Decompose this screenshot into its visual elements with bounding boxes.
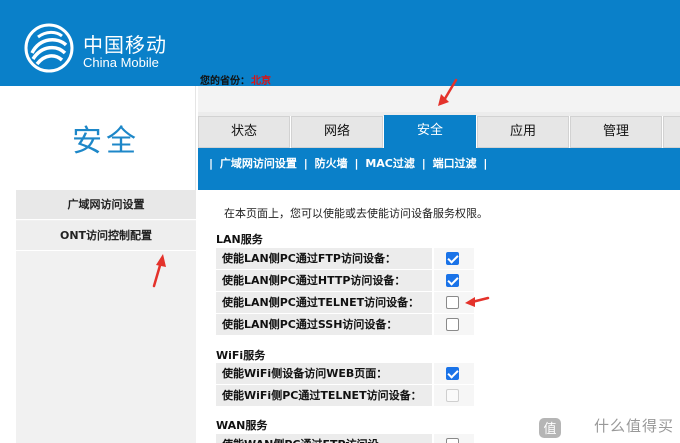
annotation-arrow-icon <box>152 254 166 288</box>
setting-label: 使能WAN侧PC通过FTP访问设 <box>216 434 432 443</box>
top-header: 中国移动 China Mobile 您的省份：北京 <box>0 0 680 87</box>
main-content: 在本页面上，您可以使能或去使能访问设备服务权限。 LAN服务 使能LAN侧PC通… <box>198 190 680 443</box>
subnav-item-port-filter[interactable]: 端口过滤 <box>433 157 477 170</box>
setting-label: 使能LAN侧PC通过SSH访问设备： <box>216 314 432 335</box>
china-mobile-logo: 中国移动 China Mobile <box>16 15 198 86</box>
watermark-logo-icon: 值 <box>539 418 561 438</box>
sidebar-item-ont-access-control[interactable]: ONT访问控制配置 <box>16 221 196 251</box>
watermark-text: 什么值得买 <box>593 417 674 435</box>
province-indicator: 您的省份：北京 <box>200 72 271 87</box>
annotation-arrow-icon <box>438 78 458 106</box>
setting-row: 使能WiFi侧设备访问WEB页面： <box>216 363 474 384</box>
watermark-badge-text: 值 <box>543 421 556 437</box>
tab-management[interactable]: 管理 <box>570 116 662 148</box>
lan-ssh-checkbox[interactable] <box>446 318 459 331</box>
wan-ftp-checkbox[interactable] <box>446 438 459 443</box>
brand-name-en: China Mobile <box>83 55 159 70</box>
setting-label: 使能WiFi侧设备访问WEB页面： <box>216 363 432 384</box>
subnav-separator: | <box>421 157 426 170</box>
brand-name-cn: 中国移动 <box>83 33 167 57</box>
lan-http-checkbox[interactable] <box>446 274 459 287</box>
subnav-item-wan-access[interactable]: 广域网访问设置 <box>220 157 297 170</box>
setting-row: 使能WAN侧PC通过FTP访问设 <box>216 434 474 443</box>
subnav-item-firewall[interactable]: 防火墙 <box>315 157 348 170</box>
main-tabs: 状态 网络 安全 应用 管理 <box>198 115 680 149</box>
group-title-lan: LAN服务 <box>216 233 263 246</box>
sidebar-section-header: 安全 <box>16 86 196 190</box>
sidebar-menu: 广域网访问设置 ONT访问控制配置 <box>16 190 196 443</box>
setting-row: 使能LAN侧PC通过TELNET访问设备： <box>216 292 474 313</box>
sidebar-section-title: 安全 <box>72 124 140 159</box>
annotation-arrow-icon <box>465 296 490 307</box>
group-title-wifi: WiFi服务 <box>216 349 266 362</box>
tab-overflow[interactable] <box>663 116 680 148</box>
sub-navigation: | 广域网访问设置 | 防火墙 | MAC过滤 | 端口过滤 | <box>198 148 680 190</box>
page-description: 在本页面上，您可以使能或去使能访问设备服务权限。 <box>224 207 488 220</box>
router-admin-page: 中国移动 China Mobile 您的省份：北京 安全 广域网访问设置 ONT… <box>0 0 680 443</box>
tab-application[interactable]: 应用 <box>477 116 569 148</box>
subnav-separator: | <box>354 157 359 170</box>
tab-status[interactable]: 状态 <box>198 116 290 148</box>
subnav-separator: | <box>209 157 214 170</box>
subnav-separator: | <box>483 157 488 170</box>
wifi-telnet-checkbox[interactable] <box>446 389 459 402</box>
setting-label: 使能LAN侧PC通过HTTP访问设备： <box>216 270 432 291</box>
subnav-item-mac-filter[interactable]: MAC过滤 <box>365 157 415 170</box>
subnav-separator: | <box>303 157 308 170</box>
china-mobile-emblem-icon <box>24 23 74 73</box>
setting-row: 使能LAN侧PC通过HTTP访问设备： <box>216 270 474 291</box>
setting-row: 使能WiFi侧PC通过TELNET访问设备： <box>216 385 474 406</box>
group-title-wan: WAN服务 <box>216 419 268 432</box>
subnav-links: | 广域网访问设置 | 防火墙 | MAC过滤 | 端口过滤 | <box>206 155 490 171</box>
tab-network[interactable]: 网络 <box>291 116 383 148</box>
setting-row: 使能LAN侧PC通过SSH访问设备： <box>216 314 474 335</box>
lan-ftp-checkbox[interactable] <box>446 252 459 265</box>
wifi-web-checkbox[interactable] <box>446 367 459 380</box>
lan-telnet-checkbox[interactable] <box>446 296 459 309</box>
setting-label: 使能LAN侧PC通过TELNET访问设备： <box>216 292 432 313</box>
tab-security[interactable]: 安全 <box>384 115 476 149</box>
sidebar-item-wan-access[interactable]: 广域网访问设置 <box>16 190 196 220</box>
setting-row: 使能LAN侧PC通过FTP访问设备： <box>216 248 474 269</box>
setting-label: 使能LAN侧PC通过FTP访问设备： <box>216 248 432 269</box>
setting-label: 使能WiFi侧PC通过TELNET访问设备： <box>216 385 432 406</box>
